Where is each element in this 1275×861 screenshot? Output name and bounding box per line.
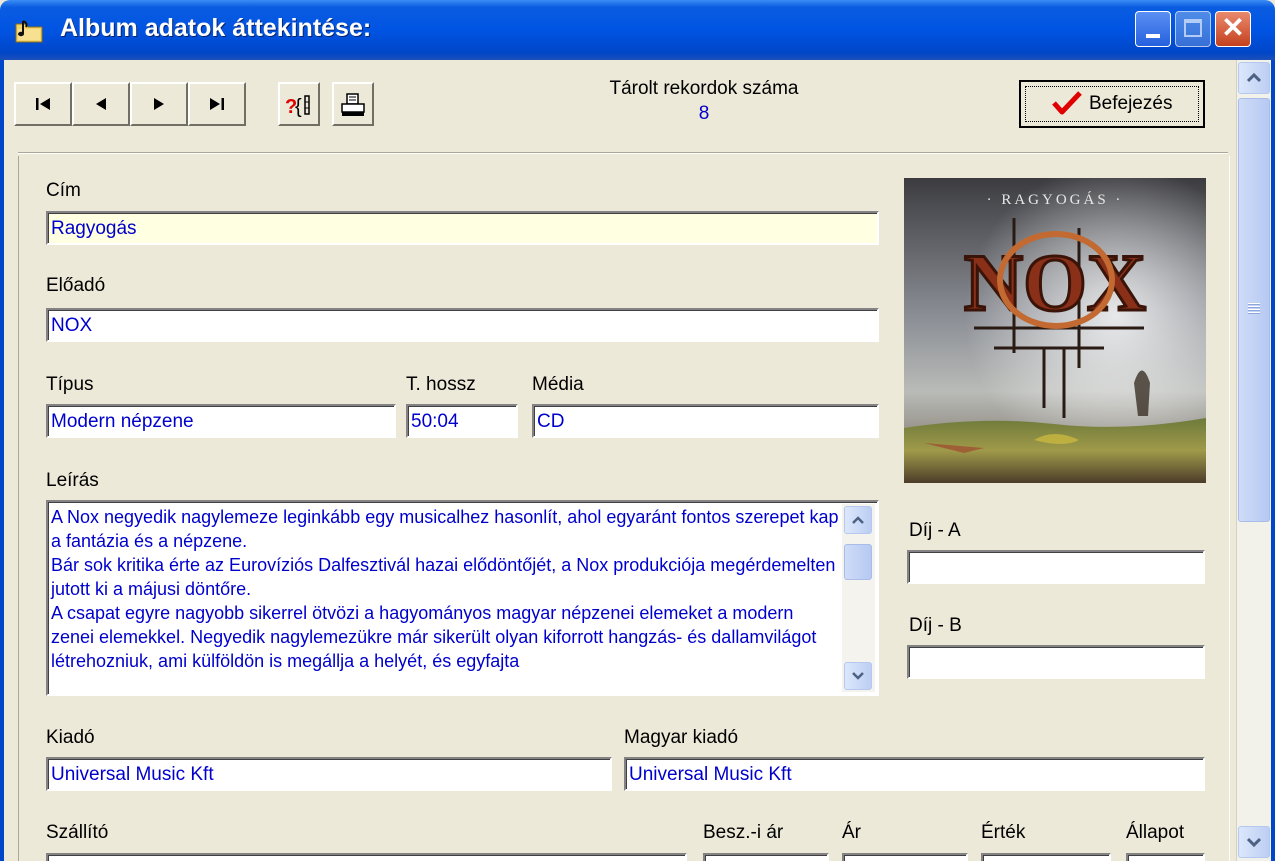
price-label: Ár	[842, 822, 861, 843]
status-field[interactable]	[1126, 853, 1205, 861]
title-field[interactable]: Ragyogás	[46, 211, 879, 245]
svg-text:{: {	[295, 96, 302, 118]
award-b-field[interactable]	[907, 645, 1205, 679]
supplier-field[interactable]	[46, 853, 687, 861]
toolbar-separator	[18, 152, 1228, 154]
scroll-thumb[interactable]	[1238, 98, 1270, 522]
publisher-label: Kiadó	[46, 727, 95, 748]
close-icon: ✕	[1221, 12, 1245, 43]
window-vertical-scrollbar[interactable]	[1236, 60, 1272, 861]
value-field[interactable]	[981, 853, 1111, 861]
last-record-icon	[210, 98, 224, 110]
maximize-button[interactable]	[1175, 11, 1211, 47]
artist-label: Előadó	[46, 275, 106, 296]
scroll-up-button[interactable]	[1238, 62, 1270, 94]
description-label: Leírás	[46, 470, 99, 491]
description-scroll-down-button[interactable]	[844, 662, 872, 690]
award-a-label: Díj - A	[909, 520, 961, 541]
description-text: A Nox negyedik nagylemeze leginkább egy …	[51, 507, 839, 671]
title-label: Cím	[46, 180, 81, 201]
find-record-button[interactable]: ? {	[278, 82, 320, 126]
next-record-icon	[154, 98, 164, 110]
scroll-grip-icon	[1248, 303, 1260, 315]
length-label: T. hossz	[406, 374, 476, 395]
price-field[interactable]	[842, 853, 968, 861]
cover-logo-text: NOX	[964, 237, 1146, 328]
next-record-button[interactable]	[130, 82, 188, 126]
album-cover-image: NOX · RAGYOGÁS ·	[904, 178, 1206, 483]
find-record-icon: ? {	[285, 95, 310, 118]
media-label: Média	[532, 374, 584, 395]
media-field[interactable]: CD	[532, 404, 879, 438]
description-scrollbar[interactable]	[842, 504, 875, 692]
previous-record-icon	[96, 98, 106, 110]
previous-record-button[interactable]	[72, 82, 130, 126]
chevron-up-icon	[852, 516, 864, 524]
purchase-price-field[interactable]	[703, 853, 829, 861]
maximize-icon	[1184, 19, 1202, 37]
hu-publisher-label: Magyar kiadó	[624, 727, 739, 748]
length-field[interactable]: 50:04	[406, 404, 518, 438]
status-label: Állapot	[1126, 822, 1185, 843]
first-record-button[interactable]	[14, 82, 72, 126]
chevron-up-icon	[1246, 72, 1262, 83]
last-record-button[interactable]	[188, 82, 246, 126]
window-title: Album adatok áttekintése:	[60, 14, 372, 42]
purchase-price-label: Besz.-i ár	[703, 822, 784, 843]
record-count-value: 8	[698, 103, 710, 124]
value-label: Érték	[981, 822, 1026, 843]
publisher-field[interactable]: Universal Music Kft	[46, 757, 612, 791]
award-a-field[interactable]	[907, 550, 1205, 584]
award-b-label: Díj - B	[909, 615, 962, 636]
first-record-icon	[36, 98, 50, 110]
form-client-area: ? { Tárolt rekordok száma 8 Befejezés Cí…	[4, 60, 1236, 861]
checkmark-icon	[1052, 91, 1082, 115]
minimize-icon	[1146, 34, 1160, 38]
type-field[interactable]: Modern népzene	[46, 404, 396, 438]
supplier-label: Szállító	[46, 822, 109, 843]
chevron-down-icon	[852, 672, 864, 680]
artist-field[interactable]: NOX	[46, 308, 879, 342]
description-scroll-up-button[interactable]	[844, 506, 872, 534]
chevron-down-icon	[1246, 837, 1262, 848]
type-label: Típus	[46, 374, 94, 395]
close-button[interactable]: ✕	[1215, 11, 1251, 47]
window-frame-right	[1271, 60, 1275, 861]
finish-button[interactable]: Befejezés	[1019, 80, 1205, 128]
hu-publisher-field[interactable]: Universal Music Kft	[624, 757, 1205, 791]
finish-button-label: Befejezés	[1089, 93, 1173, 114]
description-textarea[interactable]: A Nox negyedik nagylemeze leginkább egy …	[46, 500, 879, 696]
album-cover-art: NOX · RAGYOGÁS ·	[904, 178, 1206, 483]
window-titlebar[interactable]: Album adatok áttekintése: ✕	[0, 0, 1275, 60]
cover-banner-text: · RAGYOGÁS ·	[987, 191, 1124, 208]
minimize-button[interactable]	[1135, 11, 1171, 47]
description-scroll-thumb[interactable]	[844, 544, 872, 580]
folder-note-icon	[15, 20, 43, 43]
record-count-label: Tárolt rekordok száma	[609, 78, 799, 99]
print-button[interactable]	[332, 82, 374, 126]
window-frame-left	[0, 60, 4, 861]
scroll-down-button[interactable]	[1238, 826, 1270, 858]
printer-icon	[341, 93, 365, 116]
